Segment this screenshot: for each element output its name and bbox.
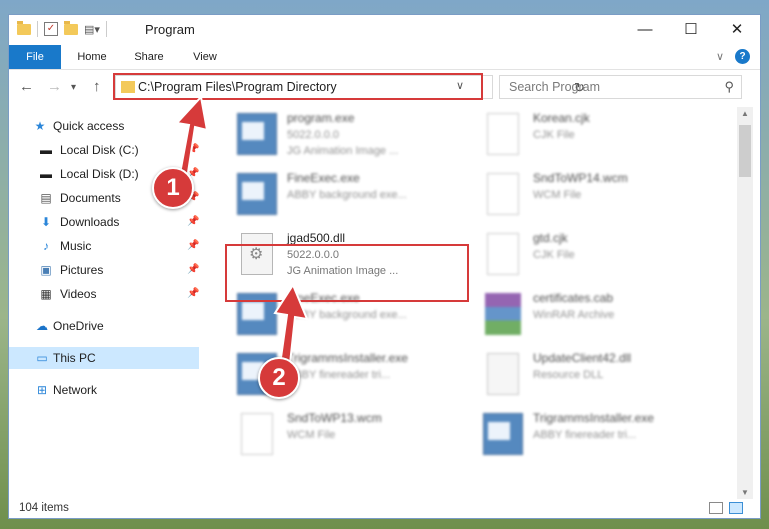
ribbon-collapse-icon[interactable]: ∨ (713, 45, 727, 69)
recent-locations-icon[interactable]: ▾ (71, 82, 76, 93)
winrar-archive-icon (485, 293, 521, 335)
document-icon (487, 113, 519, 155)
documents-icon: ▤ (40, 191, 52, 205)
list-item[interactable]: SndToWP13.wcm WCM File (233, 407, 473, 463)
step-2-badge: 2 (258, 357, 300, 399)
list-item[interactable]: gtd.cjk CJK File (479, 227, 719, 283)
music-icon: ♪ (43, 239, 49, 253)
exe-file-icon (483, 413, 523, 455)
scroll-up-icon[interactable]: ▲ (741, 109, 749, 118)
document-icon (487, 173, 519, 215)
quick-access-toolbar: ✓ ▤▾ (17, 20, 107, 37)
list-item[interactable]: program.exe 5022.0.0.0 JG Animation Imag… (233, 107, 473, 163)
document-icon (487, 233, 519, 275)
divider (37, 21, 38, 37)
details-view-icon[interactable] (709, 502, 723, 514)
list-item[interactable]: certificates.cab WinRAR Archive (479, 287, 719, 343)
maximize-button[interactable]: ☐ (668, 15, 714, 45)
address-row: ← → ▾ ↑ C:\Program Files\Program Directo… (9, 70, 760, 104)
tab-file[interactable]: File (9, 45, 61, 69)
file-list: program.exe 5022.0.0.0 JG Animation Imag… (219, 107, 737, 499)
tab-share[interactable]: Share (129, 45, 169, 69)
list-item[interactable]: SndToWP14.wcm WCM File (479, 167, 719, 223)
scroll-down-icon[interactable]: ▼ (741, 488, 749, 497)
item-count: 104 items (19, 502, 69, 514)
step-1-badge: 1 (152, 167, 194, 209)
search-input[interactable]: Search Program (509, 80, 600, 94)
address-highlight (113, 73, 483, 100)
tab-home[interactable]: Home (71, 45, 113, 69)
window-title: Program (145, 22, 195, 37)
file-explorer-window: ✓ ▤▾ Program — ☐ ✕ File Home Share View … (8, 14, 761, 519)
search-box[interactable]: Search Program ⚲ (499, 75, 742, 99)
nav-quick-access[interactable]: ★ Quick access (9, 115, 199, 137)
drive-icon: ▬ (40, 143, 52, 157)
network-icon: ⊞ (36, 383, 48, 397)
list-item[interactable]: Korean.cjk CJK File (479, 107, 719, 163)
nav-music[interactable]: ♪ Music 📌 (9, 235, 199, 257)
status-bar: 104 items (9, 499, 760, 518)
pin-icon: 📌 (187, 240, 200, 251)
new-folder-icon[interactable] (64, 20, 78, 35)
dll-file-icon (487, 353, 519, 395)
tab-view[interactable]: View (187, 45, 223, 69)
list-item[interactable]: UpdateClient42.dll Resource DLL (479, 347, 719, 403)
file-highlight (225, 244, 469, 302)
folder-icon (17, 20, 31, 35)
nav-downloads[interactable]: ⬇ Downloads 📌 (9, 211, 199, 233)
nav-local-disk-c[interactable]: ▬ Local Disk (C:) 📌 (9, 139, 199, 161)
scrollbar-thumb[interactable] (739, 125, 751, 177)
help-icon[interactable]: ? (735, 49, 750, 64)
tiles-view-icon[interactable] (729, 502, 743, 514)
close-button[interactable]: ✕ (714, 15, 760, 45)
nav-onedrive[interactable]: ☁ OneDrive (9, 315, 199, 337)
document-icon (241, 413, 273, 455)
videos-icon: ▦ (40, 287, 52, 301)
divider (105, 21, 107, 37)
nav-videos[interactable]: ▦ Videos 📌 (9, 283, 199, 305)
list-item[interactable]: TrigrammsInstaller.exe ABBY finereader t… (479, 407, 719, 463)
nav-network[interactable]: ⊞ Network (9, 379, 199, 401)
vertical-scrollbar[interactable]: ▲ ▼ (737, 107, 753, 499)
title-bar: ✓ ▤▾ Program — ☐ ✕ (9, 15, 760, 45)
pin-icon: 📌 (187, 216, 200, 227)
up-arrow-icon[interactable]: ↑ (93, 78, 101, 95)
navigation-pane: ★ Quick access ▬ Local Disk (C:) 📌 ▬ Loc… (9, 107, 203, 499)
computer-icon: ▭ (36, 351, 48, 365)
pin-icon: 📌 (187, 264, 200, 275)
pictures-icon: ▣ (40, 263, 52, 277)
exe-file-icon (237, 113, 277, 155)
forward-arrow-icon[interactable]: → (47, 78, 62, 95)
drive-icon: ▬ (40, 167, 52, 181)
star-icon: ★ (34, 119, 46, 133)
minimize-button[interactable]: — (622, 15, 668, 45)
downloads-icon: ⬇ (40, 215, 52, 229)
nav-this-pc[interactable]: ▭ This PC (9, 347, 199, 369)
back-arrow-icon[interactable]: ← (19, 78, 34, 95)
pin-icon: 📌 (187, 144, 200, 155)
customize-toolbar-icon[interactable]: ▤▾ (84, 23, 100, 36)
pin-icon: 📌 (187, 288, 200, 299)
cloud-icon: ☁ (36, 319, 48, 333)
search-icon[interactable]: ⚲ (724, 79, 734, 95)
properties-icon[interactable]: ✓ (44, 22, 58, 36)
ribbon-tabs: File Home Share View ∨ ? (9, 45, 760, 70)
list-item[interactable]: FineExec.exe ABBY background exe... (233, 167, 473, 223)
exe-file-icon (237, 173, 277, 215)
nav-pictures[interactable]: ▣ Pictures 📌 (9, 259, 199, 281)
